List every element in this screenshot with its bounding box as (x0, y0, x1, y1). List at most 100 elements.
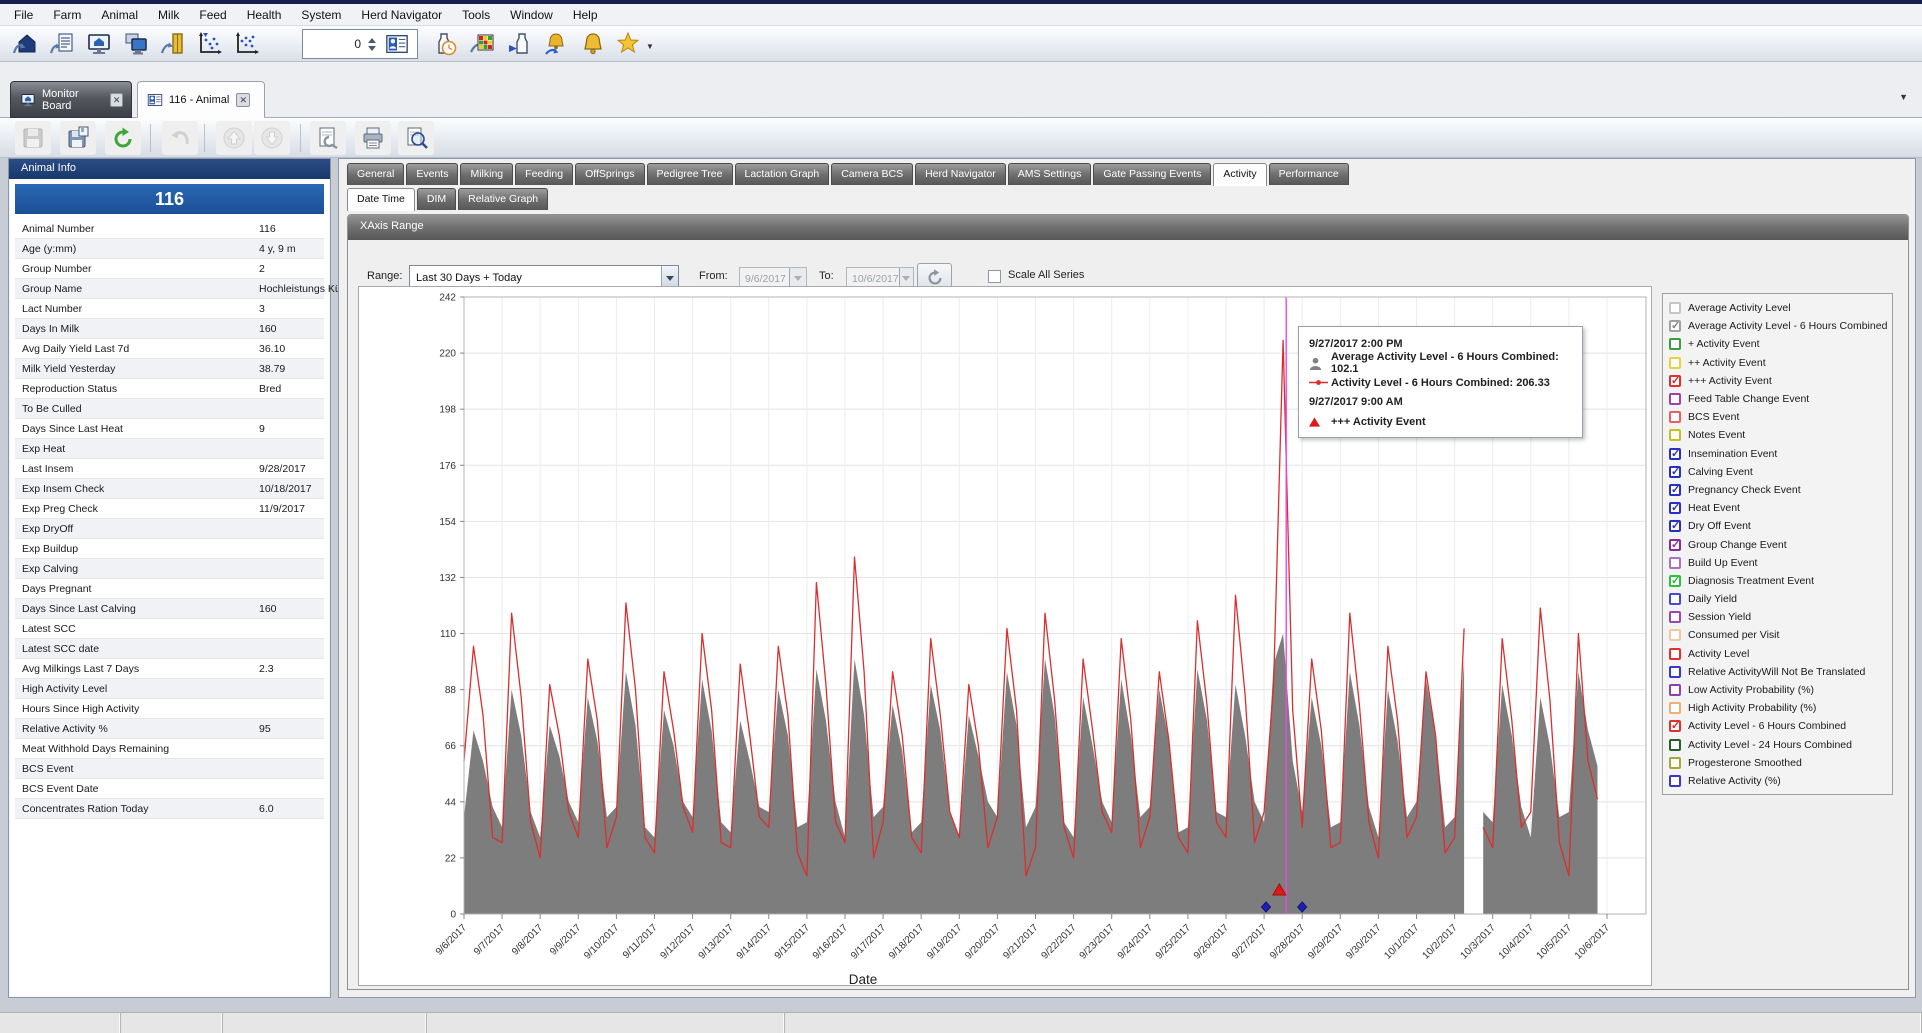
menu-farm[interactable]: Farm (43, 6, 91, 24)
favorites-dropdown-icon[interactable]: ▼ (646, 42, 654, 51)
legend-checkbox[interactable] (1669, 648, 1681, 660)
legend-checkbox[interactable] (1669, 393, 1681, 405)
spinner-arrows[interactable] (364, 38, 380, 51)
legend-item-insemination-event[interactable]: ✓Insemination Event (1663, 445, 1892, 463)
legend-item-activity-event[interactable]: ✓+++ Activity Event (1663, 372, 1892, 390)
legend-item-group-change-event[interactable]: ✓Group Change Event (1663, 535, 1892, 553)
legend-checkbox[interactable] (1669, 666, 1681, 678)
spin-up-icon[interactable] (368, 38, 376, 43)
spin-down-icon[interactable] (368, 46, 376, 51)
tab-ams-settings[interactable]: AMS Settings (1008, 163, 1092, 185)
table-row[interactable]: Relative Activity %95 (15, 719, 324, 739)
legend-item-activity-level-6-hours-combined[interactable]: ✓Activity Level - 6 Hours Combined (1663, 717, 1892, 735)
legend-item-session-yield[interactable]: Session Yield (1663, 608, 1892, 626)
scatter-graph-button[interactable] (230, 29, 264, 59)
alarm-bell-button[interactable] (576, 29, 610, 59)
alarm-bell-blue-button[interactable] (539, 29, 573, 59)
table-row[interactable]: Animal Number116 (15, 219, 324, 239)
tab-list-dropdown-icon[interactable]: ▼ (1899, 92, 1908, 102)
tab-feeding[interactable]: Feeding (515, 163, 573, 185)
scale-all-series-checkbox[interactable] (988, 270, 1001, 283)
table-row[interactable]: Latest SCC (15, 619, 324, 639)
legend-checkbox[interactable]: ✓ (1669, 502, 1681, 514)
legend-checkbox[interactable] (1669, 338, 1681, 350)
menu-file[interactable]: File (4, 6, 43, 24)
graph-tab-relative-graph[interactable]: Relative Graph (458, 188, 548, 210)
legend-checkbox[interactable]: ✓ (1669, 520, 1681, 532)
legend-checkbox[interactable]: ✓ (1669, 720, 1681, 732)
menu-system[interactable]: System (291, 6, 351, 24)
menu-herd-navigator[interactable]: Herd Navigator (351, 6, 452, 24)
tab-pedigree-tree[interactable]: Pedigree Tree (647, 163, 733, 185)
table-row[interactable]: Group NameHochleistungs Kühe (15, 279, 324, 299)
system-devices-button[interactable] (119, 29, 153, 59)
table-row[interactable]: Concentrates Ration Today6.0 (15, 799, 324, 819)
menu-animal[interactable]: Animal (91, 6, 148, 24)
legend-checkbox[interactable] (1669, 411, 1681, 423)
table-row[interactable]: Days In Milk160 (15, 319, 324, 339)
table-row[interactable]: Avg Milkings Last 7 Days2.3 (15, 659, 324, 679)
table-row[interactable]: To Be Culled (15, 399, 324, 419)
tab-offsprings[interactable]: OffSprings (575, 163, 644, 185)
legend-checkbox[interactable] (1669, 684, 1681, 696)
animal-number-spinbox[interactable]: 0 (302, 29, 418, 59)
legend-item-build-up-event[interactable]: Build Up Event (1663, 554, 1892, 572)
legend-item-bcs-event[interactable]: BCS Event (1663, 408, 1892, 426)
legend-checkbox[interactable] (1669, 593, 1681, 605)
legend-checkbox[interactable] (1669, 611, 1681, 623)
page-setup-button[interactable] (310, 121, 346, 155)
legend-checkbox[interactable] (1669, 757, 1681, 769)
refresh-button[interactable] (105, 121, 141, 155)
table-row[interactable]: Group Number2 (15, 259, 324, 279)
menu-window[interactable]: Window (500, 6, 563, 24)
legend-item-calving-event[interactable]: ✓Calving Event (1663, 463, 1892, 481)
legend-item-low-activity-probability[interactable]: Low Activity Probability (%) (1663, 681, 1892, 699)
legend-checkbox[interactable] (1669, 302, 1681, 314)
legend-item-notes-event[interactable]: Notes Event (1663, 426, 1892, 444)
legend-item-diagnosis-treatment-event[interactable]: ✓Diagnosis Treatment Event (1663, 572, 1892, 590)
table-row[interactable]: BCS Event Date (15, 779, 324, 799)
legend-item-pregnancy-check-event[interactable]: ✓Pregnancy Check Event (1663, 481, 1892, 499)
legend-item-feed-table-change-event[interactable]: Feed Table Change Event (1663, 390, 1892, 408)
table-row[interactable]: BCS Event (15, 759, 324, 779)
tab-activity[interactable]: Activity (1213, 163, 1266, 186)
document-tab-monitor-board[interactable]: Monitor Board✕ (10, 81, 132, 118)
legend-checkbox[interactable]: ✓ (1669, 466, 1681, 478)
legend-item-relative-activity[interactable]: Relative Activity (%) (1663, 772, 1892, 790)
tab-milking[interactable]: Milking (460, 163, 513, 185)
table-row[interactable]: Exp Preg Check11/9/2017 (15, 499, 324, 519)
legend-item-activity-level[interactable]: Activity Level (1663, 645, 1892, 663)
legend-checkbox[interactable] (1669, 775, 1681, 787)
menu-milk[interactable]: Milk (148, 6, 189, 24)
tab-camera-bcs[interactable]: Camera BCS (831, 163, 913, 185)
legend-item-daily-yield[interactable]: Daily Yield (1663, 590, 1892, 608)
table-row[interactable]: Avg Daily Yield Last 7d36.10 (15, 339, 324, 359)
legend-checkbox[interactable]: ✓ (1669, 539, 1681, 551)
animal-report-button[interactable] (45, 29, 79, 59)
table-row[interactable]: Age (y:mm)4 y, 9 m (15, 239, 324, 259)
favorites-star-button[interactable] (613, 29, 647, 59)
legend-checkbox[interactable] (1669, 629, 1681, 641)
legend-checkbox[interactable] (1669, 357, 1681, 369)
save-as-button[interactable] (60, 121, 96, 155)
print-preview-button[interactable] (398, 121, 434, 155)
table-row[interactable]: Reproduction StatusBred (15, 379, 324, 399)
table-row[interactable]: Hours Since High Activity (15, 699, 324, 719)
barn-entry-button[interactable] (8, 29, 42, 59)
legend-item-heat-event[interactable]: ✓Heat Event (1663, 499, 1892, 517)
legend-item-activity-event[interactable]: + Activity Event (1663, 335, 1892, 353)
tab-lactation-graph[interactable]: Lactation Graph (735, 163, 830, 185)
legend-item-progesterone-smoothed[interactable]: Progesterone Smoothed (1663, 754, 1892, 772)
menu-feed[interactable]: Feed (189, 6, 236, 24)
legend-checkbox[interactable]: ✓ (1669, 484, 1681, 496)
menu-health[interactable]: Health (237, 6, 292, 24)
feed-door-button[interactable] (156, 29, 190, 59)
close-icon[interactable]: ✕ (236, 93, 250, 107)
graph-tab-dim[interactable]: DIM (417, 188, 456, 210)
legend-item-average-activity-level-6-hours-combined[interactable]: ✓Average Activity Level - 6 Hours Combin… (1663, 317, 1892, 335)
legend-checkbox[interactable]: ✓ (1669, 575, 1681, 587)
monitor-board-button[interactable] (82, 29, 116, 59)
table-row[interactable]: Days Since Last Heat9 (15, 419, 324, 439)
legend-item-high-activity-probability[interactable]: High Activity Probability (%) (1663, 699, 1892, 717)
graph-tab-date-time[interactable]: Date Time (347, 188, 415, 211)
